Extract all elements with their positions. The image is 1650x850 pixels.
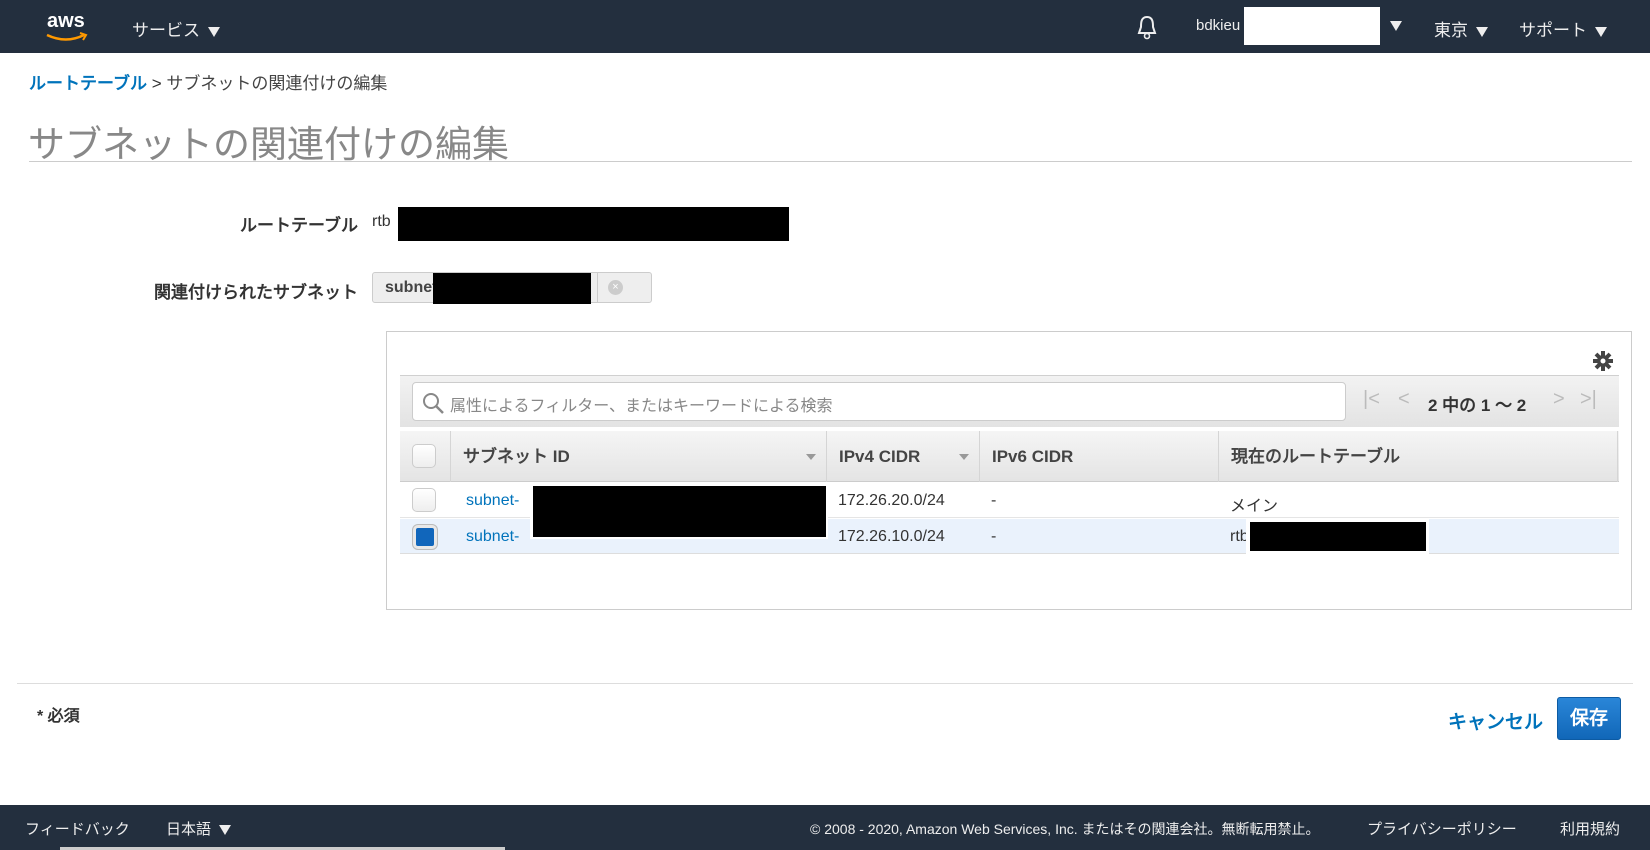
column-ipv6-cidr[interactable]: IPv6 CIDR [979, 431, 1218, 482]
last-page-icon[interactable]: >| [1580, 388, 1597, 411]
row-checkbox[interactable] [412, 488, 436, 512]
column-current-route-table[interactable]: 現在のルートテーブル [1218, 431, 1618, 482]
redacted-route-table-id [1250, 522, 1426, 551]
first-page-icon[interactable]: |< [1363, 388, 1380, 411]
subnet-id-link[interactable]: subnet- [466, 492, 519, 510]
current-route-table: メイン [1230, 498, 1279, 515]
subnet-table-panel: 属性によるフィルター、またはキーワードによる検索 |< < 2 中の 1 ～ 2… [386, 331, 1632, 610]
redacted-subnet-ids [533, 486, 826, 537]
remove-token-icon[interactable]: × [608, 280, 623, 295]
table-toolbar: 属性によるフィルター、またはキーワードによる検索 |< < 2 中の 1 ～ 2… [400, 375, 1619, 427]
title-divider [29, 161, 1632, 162]
ipv4-cidr: 172.26.10.0/24 [838, 528, 945, 545]
sort-icon [959, 454, 969, 460]
page-title: サブネットの関連付けの編集 [28, 124, 509, 165]
support-menu[interactable]: サポート [1519, 16, 1607, 41]
top-navigation-bar: aws サービス bdkieu 東京 サポート [0, 0, 1650, 53]
table-header: サブネット ID IPv4 CIDR IPv6 CIDR 現在のルートテーブル [400, 431, 1619, 482]
actions-divider [17, 683, 1633, 684]
subnet-token: subnet × [372, 272, 652, 304]
column-subnet-id[interactable]: サブネット ID [450, 431, 826, 482]
aws-logo[interactable]: aws [44, 8, 94, 44]
select-all-checkbox[interactable] [412, 444, 436, 468]
search-input[interactable]: 属性によるフィルター、またはキーワードによる検索 [412, 382, 1346, 421]
route-table-value: rtb [372, 213, 391, 230]
next-page-icon[interactable]: > [1553, 388, 1565, 411]
ipv4-cidr: 172.26.20.0/24 [838, 492, 945, 509]
search-placeholder: 属性によるフィルター、またはキーワードによる検索 [450, 398, 833, 415]
chevron-down-icon [1476, 26, 1488, 37]
previous-page-icon[interactable]: < [1398, 388, 1410, 411]
account-menu[interactable]: bdkieu [1196, 17, 1240, 34]
ipv6-cidr: - [991, 528, 997, 545]
chevron-down-icon [219, 825, 232, 836]
save-button[interactable]: 保存 [1557, 697, 1621, 740]
services-menu[interactable]: サービス [132, 16, 220, 41]
redacted-route-table-id [398, 207, 789, 241]
token-divider [597, 273, 598, 302]
redacted-subnet-id [433, 273, 591, 304]
breadcrumb-route-tables-link[interactable]: ルートテーブル [29, 74, 147, 93]
chevron-down-icon [1595, 26, 1607, 37]
language-selector[interactable]: 日本語 [166, 818, 232, 839]
chevron-down-icon [208, 26, 220, 37]
copyright: © 2008 - 2020, Amazon Web Services, Inc.… [810, 821, 1320, 837]
subnet-id-link[interactable]: subnet- [466, 528, 519, 546]
footer: フィードバック 日本語 © 2008 - 2020, Amazon Web Se… [0, 805, 1650, 850]
chevron-down-icon[interactable] [1390, 21, 1402, 31]
bell-icon[interactable] [1135, 14, 1159, 45]
feedback-link[interactable]: フィードバック [25, 818, 130, 839]
region-menu[interactable]: 東京 [1434, 16, 1488, 41]
search-icon [423, 393, 444, 414]
ipv6-cidr: - [991, 492, 997, 509]
row-checkbox-checked[interactable] [413, 525, 437, 549]
terms-link[interactable]: 利用規約 [1560, 818, 1620, 839]
privacy-policy-link[interactable]: プライバシーポリシー [1367, 818, 1517, 839]
account-name-redacted [1244, 7, 1380, 45]
sort-icon [806, 454, 816, 460]
column-ipv4-cidr[interactable]: IPv4 CIDR [826, 431, 979, 482]
cancel-button[interactable]: キャンセル [1448, 707, 1543, 734]
pagination-label: 2 中の 1 ～ 2 [1428, 396, 1527, 415]
associated-subnets-label: 関連付けられたサブネット [154, 283, 358, 302]
route-table-label: ルートテーブル [240, 216, 358, 235]
breadcrumb: ルートテーブル > サブネットの関連付けの編集 [29, 74, 388, 93]
gear-icon[interactable] [1592, 350, 1614, 377]
required-note: * 必須 [37, 708, 80, 725]
